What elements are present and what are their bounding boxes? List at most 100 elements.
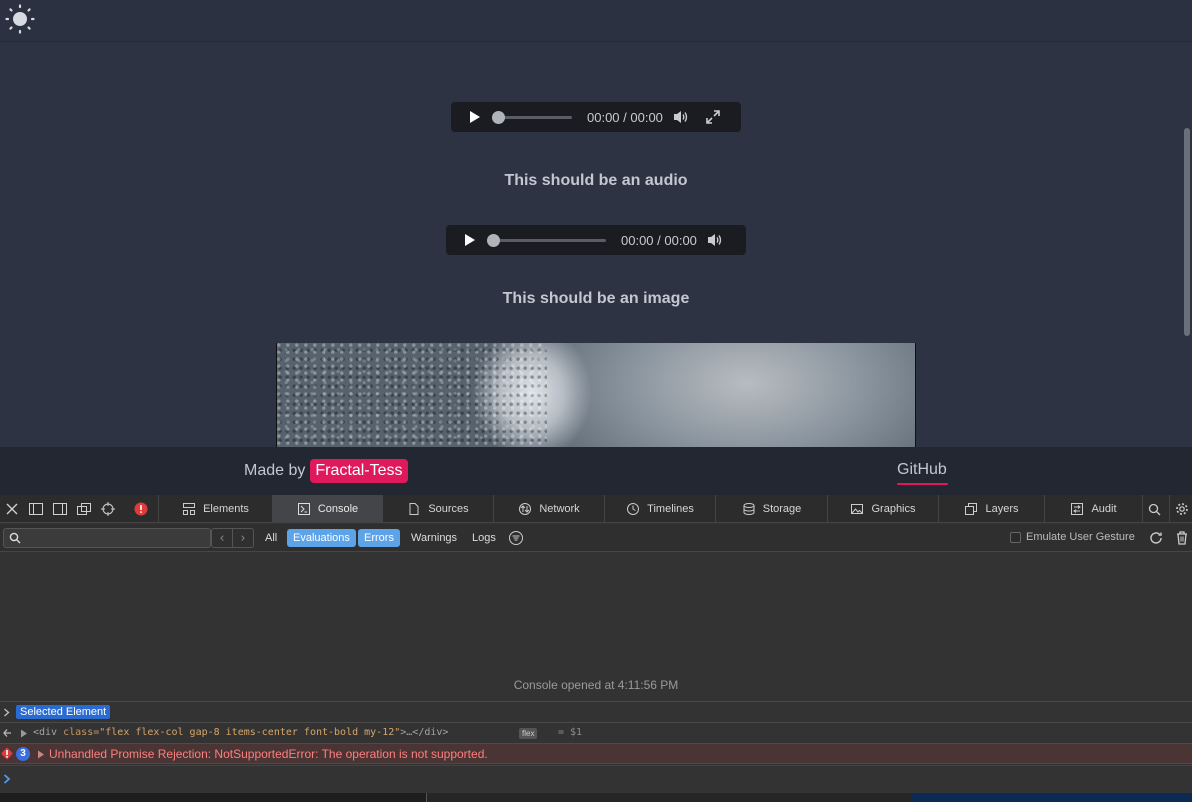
graphics-icon [851, 504, 864, 514]
github-underline [897, 483, 948, 485]
tab-label: Network [539, 503, 580, 515]
dom-result-row[interactable]: <div class="flex flex-col gap-8 items-ce… [0, 722, 1192, 743]
gear-icon[interactable] [1169, 495, 1192, 523]
emulate-user-gesture[interactable]: Emulate User Gesture [1010, 531, 1135, 543]
seek-slider[interactable] [492, 110, 572, 124]
clock-icon [627, 503, 640, 515]
time-readout: 00:00 / 00:00 [621, 232, 697, 248]
selected-element-row[interactable]: Selected Element [0, 701, 1192, 722]
inspect-target-icon[interactable] [100, 501, 116, 517]
page-viewport: 00:00 / 00:00 This should be an audio 00… [0, 0, 1192, 447]
audio-player-2: 00:00 / 00:00 [446, 225, 746, 255]
disclosure-triangle-icon[interactable] [37, 750, 45, 759]
console-opened-message: Console opened at 4:11:56 PM [513, 678, 679, 692]
filter-evaluations[interactable]: Evaluations [287, 529, 356, 547]
dom-attr-value: "flex flex-col gap-8 items-center font-b… [99, 727, 401, 738]
next-result-button[interactable]: › [233, 529, 253, 547]
previous-result-button[interactable]: ‹ [212, 529, 233, 547]
emulate-checkbox[interactable] [1010, 531, 1021, 543]
filter-all[interactable]: All [259, 529, 283, 547]
tab-storage[interactable]: Storage [715, 495, 827, 523]
github-label[interactable]: GitHub [897, 461, 947, 478]
dock-side-icon[interactable] [52, 501, 68, 517]
selected-element-badge: Selected Element [16, 705, 111, 719]
tab-label: Console [317, 503, 359, 515]
console-output [0, 553, 1192, 698]
dom-attr-name: class= [63, 727, 100, 738]
search-icon[interactable] [1142, 495, 1166, 523]
landscape-image [276, 343, 916, 447]
footer: Made by Fractal-Tess GitHub [0, 447, 1192, 495]
play-icon[interactable] [470, 111, 480, 123]
tab-elements[interactable]: Elements [158, 495, 272, 523]
trash-icon[interactable] [1175, 530, 1189, 546]
emulate-label: Emulate User Gesture [1026, 531, 1135, 543]
made-by: Made by Fractal-Tess [244, 459, 408, 483]
console-search[interactable] [3, 528, 211, 548]
author-link[interactable]: Fractal-Tess [310, 459, 408, 483]
console-prompt[interactable] [0, 765, 1192, 793]
tab-network[interactable]: Network [493, 495, 604, 523]
tab-console[interactable]: Console [272, 495, 382, 523]
error-indicator-icon[interactable] [133, 501, 149, 517]
seek-knob[interactable] [492, 110, 505, 124]
sun-icon[interactable] [4, 3, 36, 35]
close-icon[interactable] [4, 501, 20, 517]
search-nav: ‹ › [211, 528, 254, 548]
caption-audio: This should be an audio [504, 172, 688, 189]
bottom-status-strip [0, 793, 1192, 802]
chevron-right-icon[interactable] [3, 708, 11, 717]
dock-bottom-icon[interactable] [28, 501, 44, 517]
flex-badge: flex [519, 728, 538, 739]
console-filter-bar: ‹ › All Evaluations Errors Warnings Logs… [0, 524, 1192, 552]
tab-audit[interactable]: Audit [1044, 495, 1142, 523]
seek-knob[interactable] [487, 233, 500, 247]
search-icon [9, 532, 21, 544]
layers-icon [965, 503, 978, 515]
time-readout: 00:00 / 00:00 [587, 109, 663, 125]
top-bar [0, 0, 1192, 42]
tab-timelines[interactable]: Timelines [604, 495, 715, 523]
fullscreen-icon[interactable] [706, 110, 720, 124]
made-by-label: Made by [244, 462, 306, 479]
reload-icon[interactable] [1148, 530, 1164, 546]
prompt-chevron-icon [3, 774, 11, 784]
caption-image: This should be an image [502, 290, 690, 307]
tab-sources[interactable]: Sources [382, 495, 493, 523]
audio-player-1: 00:00 / 00:00 [451, 102, 741, 132]
sources-icon [409, 503, 419, 515]
filter-options-icon[interactable] [508, 530, 524, 546]
page-scrollbar[interactable] [1184, 128, 1190, 336]
filter-logs[interactable]: Logs [466, 529, 502, 547]
filter-warnings[interactable]: Warnings [405, 529, 463, 547]
undock-icon[interactable] [76, 501, 92, 517]
error-icon [1, 747, 13, 760]
tab-label: Timelines [647, 503, 694, 515]
dom-snippet[interactable]: <div class="flex flex-col gap-8 items-ce… [33, 727, 448, 738]
tab-layers[interactable]: Layers [938, 495, 1044, 523]
error-count-badge: 3 [16, 747, 30, 761]
status-segment [426, 793, 912, 802]
elements-icon [183, 503, 196, 515]
console-icon [297, 503, 310, 515]
volume-icon[interactable] [673, 110, 689, 124]
search-input[interactable] [24, 530, 208, 546]
dom-ref: = $1 [558, 727, 583, 738]
disclosure-triangle-icon[interactable] [20, 729, 28, 738]
network-icon [519, 503, 532, 515]
play-icon[interactable] [465, 234, 475, 246]
storage-icon [743, 503, 755, 516]
filter-errors[interactable]: Errors [358, 529, 400, 547]
volume-icon[interactable] [707, 233, 723, 247]
seek-slider[interactable] [487, 233, 606, 247]
devtools-toolbar: Elements Console Sources Network Timelin… [0, 495, 1192, 523]
result-arrow-icon [3, 729, 11, 737]
error-row[interactable]: 3 Unhandled Promise Rejection: NotSuppor… [0, 743, 1192, 764]
github-link[interactable]: GitHub [897, 461, 948, 485]
status-segment [912, 793, 1192, 802]
app-window: 00:00 / 00:00 This should be an audio 00… [0, 0, 1192, 802]
tab-label: Elements [203, 503, 249, 515]
tab-label: Audit [1091, 503, 1117, 515]
dom-close-tag: >…</div> [400, 727, 449, 738]
tab-graphics[interactable]: Graphics [827, 495, 938, 523]
